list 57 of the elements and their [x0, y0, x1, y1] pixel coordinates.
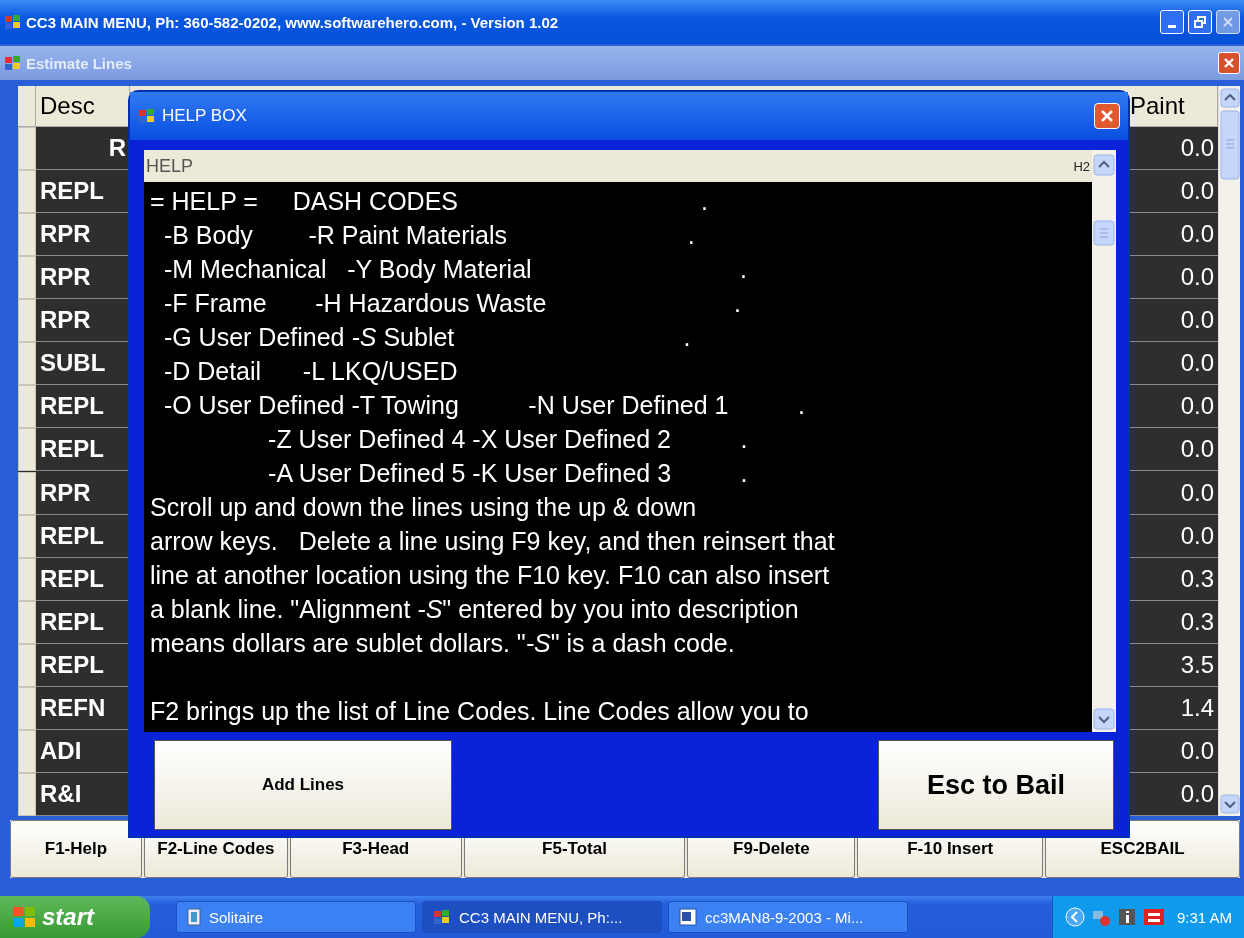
taskbar-item[interactable]: CC3 MAIN MENU, Ph:... [422, 901, 662, 933]
app-icon [4, 14, 22, 30]
help-text-line: -M Mechanical -Y Body Material . [162, 254, 748, 285]
esc-to-bail-button[interactable]: Esc to Bail [878, 740, 1114, 830]
child-window-title: Estimate Lines [26, 54, 133, 72]
restore-button[interactable] [1188, 10, 1212, 34]
minimize-icon [1168, 24, 1176, 28]
scroll-up-button[interactable] [1220, 88, 1240, 108]
help-text-line: -O User Defined -T Towing -N User Defined 1 . [162, 390, 806, 421]
help-text-line: -G User Defined -S Sublet . [162, 322, 692, 353]
help-text-line: -A User Defined 5 -K User Defined 3 . [267, 458, 749, 489]
app-icon [4, 55, 22, 71]
close-icon [1223, 57, 1235, 69]
restore-icon [1194, 16, 1206, 28]
scroll-thumb[interactable] [1093, 220, 1115, 246]
function-key-button[interactable]: F1-Help [10, 820, 142, 878]
taskbar-item[interactable]: Solitaire [176, 901, 416, 933]
tray-app-icon[interactable] [1142, 907, 1165, 927]
header-tag: H2 [1073, 158, 1090, 174]
close-button[interactable] [1094, 103, 1120, 129]
minimize-button[interactable] [1160, 10, 1184, 34]
add-lines-button[interactable]: Add Lines [154, 740, 452, 830]
scroll-down-button[interactable] [1220, 794, 1240, 814]
window-title: CC3 MAIN MENU, Ph: 360-582-0202, www.softwarehero.com, - Version 1.02 [26, 13, 560, 31]
help-text-line: = HELP = DASH CODES . [150, 186, 710, 217]
help-text-line: arrow keys. Delete a line using F9 key, and then reinsert that [150, 526, 836, 557]
panel-header: HELP [146, 155, 194, 177]
close-icon [1100, 109, 1114, 123]
column-header[interactable]: Desc [36, 86, 130, 127]
app-icon [433, 909, 451, 925]
help-text-area[interactable] [144, 182, 1092, 732]
close-button[interactable] [1218, 52, 1240, 74]
document-icon [679, 908, 697, 926]
dialog-title: HELP BOX [162, 106, 248, 126]
help-text-line: -F Frame -H Hazardous Waste . [162, 288, 742, 319]
info-icon[interactable] [1116, 907, 1137, 927]
app-icon [138, 108, 156, 124]
help-text-line: Scroll up and down the lines using the up & down [150, 492, 698, 523]
help-text-line: -Z User Defined 4 -X User Defined 2 . [267, 424, 749, 455]
help-text-line: means dollars are sublet dollars. "-S" is a dash code. [150, 628, 736, 659]
header-corner [18, 86, 36, 127]
row-selector[interactable] [18, 428, 36, 472]
help-text-line: F2 brings up the list of Line Codes. Line Codes allow you to [150, 696, 810, 727]
row-selector[interactable] [18, 471, 36, 515]
help-text-line: line at another location using the F10 key. F10 can also insert [150, 560, 831, 591]
close-button[interactable] [1216, 10, 1240, 34]
close-icon [1222, 16, 1234, 28]
clock: 9:31 AM [1176, 908, 1232, 926]
help-text-line: -B Body -R Paint Materials . [162, 220, 696, 251]
cards-icon [187, 908, 201, 926]
help-text-line: -D Detail -L LKQ/USED [162, 356, 459, 387]
scroll-thumb[interactable] [1220, 110, 1240, 180]
scroll-up-button[interactable] [1093, 154, 1115, 176]
taskbar-item[interactable]: cc3MAN8-9-2003 - Mi... [668, 901, 908, 933]
windows-logo-icon [12, 906, 36, 928]
scroll-down-button[interactable] [1093, 708, 1115, 730]
help-text-line: a blank line. "Alignment -S" entered by you into description [150, 594, 800, 625]
